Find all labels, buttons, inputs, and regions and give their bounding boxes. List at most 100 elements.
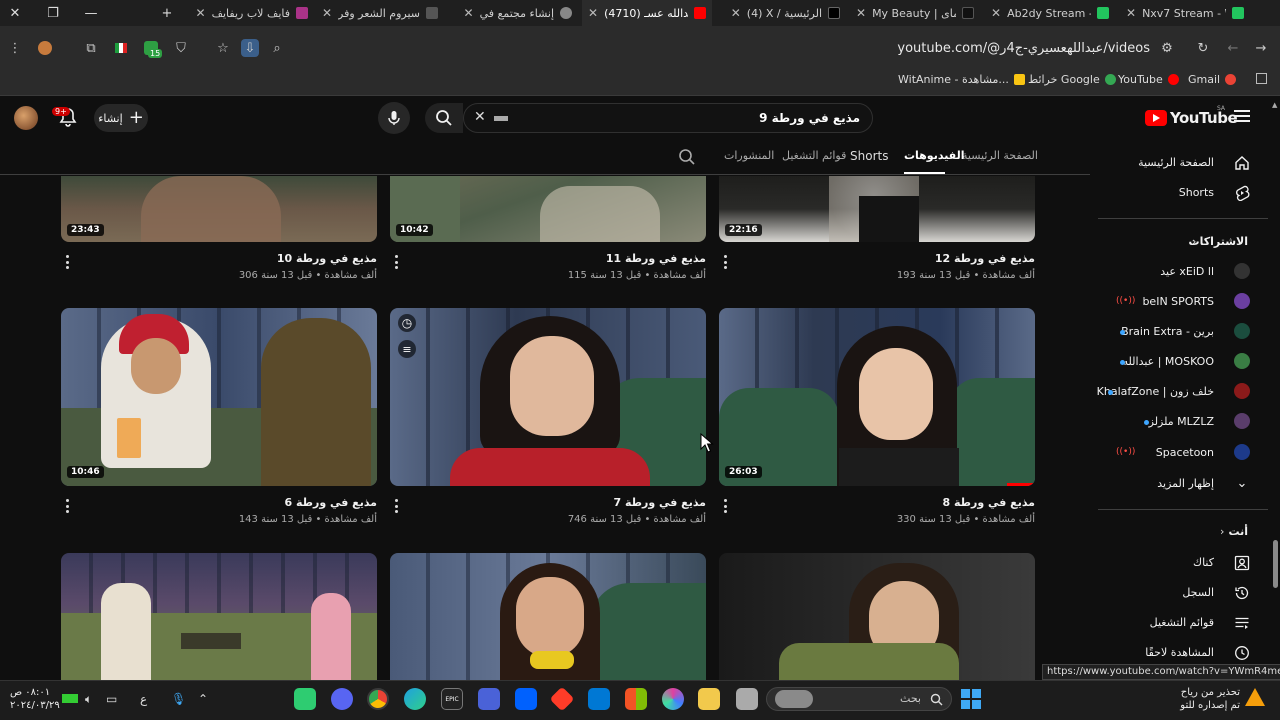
store-icon[interactable]: [625, 688, 647, 710]
avatar[interactable]: [14, 106, 38, 130]
account-icon[interactable]: [1233, 554, 1251, 572]
watch-later-icon[interactable]: [1233, 644, 1251, 662]
windows-start-icon[interactable]: [961, 689, 981, 709]
video-title[interactable]: مذيع في ورطة 11: [606, 252, 706, 265]
video-menu-icon[interactable]: [724, 255, 728, 269]
bookmark-youtube[interactable]: YouTube: [1118, 73, 1179, 86]
tab-close-icon[interactable]: ✕: [856, 6, 866, 20]
tab-close-icon[interactable]: ✕: [991, 6, 1001, 20]
sidebar-subscription[interactable]: Spacetoon: [1156, 446, 1214, 459]
chrome-icon[interactable]: [367, 688, 389, 710]
chevron-right-icon[interactable]: ›: [1192, 235, 1196, 248]
browser-tab-active[interactable]: (4710) عبدالله عسـ ✕: [582, 0, 712, 26]
history-icon[interactable]: [1233, 584, 1251, 602]
video-thumbnail[interactable]: [719, 553, 1035, 680]
sidebar-item-history[interactable]: السجل: [1182, 586, 1214, 599]
dropbox-icon[interactable]: [515, 688, 537, 710]
youtube-logo[interactable]: YouTube SA: [1145, 105, 1238, 127]
video-title[interactable]: مذيع في ورطة 12: [935, 252, 1035, 265]
video-title[interactable]: مذيع في ورطة 7: [614, 496, 707, 509]
volume-icon[interactable]: 🔈︎: [85, 692, 92, 707]
new-tab-button[interactable]: +: [152, 0, 182, 26]
video-menu-icon[interactable]: [395, 499, 399, 513]
tab-shorts[interactable]: Shorts: [850, 149, 888, 163]
create-button[interactable]: إنشاء +: [94, 104, 148, 132]
sidebar-item-shorts[interactable]: Shorts: [1179, 186, 1214, 199]
bookmark-witanime[interactable]: WitAnime - مشاهدة...: [898, 73, 1025, 86]
clear-search-icon[interactable]: ✕: [474, 109, 486, 125]
sidebar-subscription[interactable]: ملزلز MLZLZ: [1149, 415, 1214, 428]
video-thumbnail[interactable]: 10:42: [390, 176, 706, 242]
close-window-icon[interactable]: ✕: [0, 0, 30, 26]
video-thumbnail[interactable]: 22:16: [719, 176, 1035, 242]
show-hidden-icons-chevron-icon[interactable]: ⌃: [198, 692, 208, 706]
taskbar-app-icon[interactable]: [294, 688, 316, 710]
microphone-tray-icon[interactable]: 🎙︎: [171, 692, 186, 706]
search-button[interactable]: [425, 103, 463, 133]
address-bar-url[interactable]: youtube.com/@عبداللهعسيري-ج4ر/videos: [897, 41, 1150, 56]
copilot-icon[interactable]: [662, 688, 684, 710]
subscriptions-header[interactable]: الاشتراكات: [1189, 235, 1248, 248]
zoom-search-icon[interactable]: ⌕: [268, 39, 286, 57]
menu-dots-icon[interactable]: ⋮: [6, 39, 24, 57]
tab-playlists[interactable]: قوائم التشغيل: [782, 149, 846, 162]
video-title[interactable]: مذيع في ورطة 10: [277, 252, 377, 265]
browser-tab[interactable]: Ab2dy Stream - ✕: [985, 0, 1115, 26]
chevron-right-icon[interactable]: ›: [1220, 525, 1224, 538]
hamburger-menu-icon[interactable]: [1234, 110, 1250, 122]
show-more-button[interactable]: إظهار المزيد: [1157, 477, 1214, 490]
weather-widget[interactable]: تحذير من رياح تم إصداره للتو: [1180, 686, 1240, 712]
video-thumbnail[interactable]: 26:03: [719, 308, 1035, 486]
video-menu-icon[interactable]: [66, 255, 70, 269]
site-settings-icon[interactable]: ⚙: [1158, 39, 1176, 57]
sidebar-item-watch-later[interactable]: المشاهدة لاحقًا: [1145, 646, 1214, 659]
input-language[interactable]: ع: [140, 692, 147, 706]
browser-tab[interactable]: My Beauty | مای ✕: [850, 0, 980, 26]
extensions-icon[interactable]: ⧉: [82, 39, 100, 57]
file-explorer-icon[interactable]: [698, 688, 720, 710]
forward-icon[interactable]: ←: [1224, 39, 1242, 57]
edge-icon[interactable]: [404, 688, 426, 710]
page-scrollbar-track[interactable]: [1271, 101, 1280, 691]
network-icon[interactable]: ▭: [106, 692, 117, 706]
video-thumbnail[interactable]: 23:43: [61, 176, 377, 242]
browser-tab[interactable]: إنشاء مجتمع في ✕: [448, 0, 578, 26]
browser-tab[interactable]: فايف لاب ريفايف ✕: [184, 0, 314, 26]
reload-icon[interactable]: ↻: [1194, 39, 1212, 57]
browser-tab[interactable]: Nxv7 Stream - W ✕: [1120, 0, 1250, 26]
shield-icon[interactable]: ⛉: [172, 39, 190, 57]
video-thumbnail[interactable]: [390, 553, 706, 680]
sidebar-subscription[interactable]: KhalafZone | خلف زون: [1097, 385, 1214, 398]
sidebar-subscription[interactable]: beIN SPORTS: [1142, 295, 1214, 308]
tab-posts[interactable]: المنشورات: [724, 149, 774, 162]
sidebar-subscription[interactable]: عبدالله | MOSKOO: [1123, 355, 1214, 368]
battery-icon[interactable]: [62, 692, 78, 706]
search-input[interactable]: ✕ مذيع في ورطة 9: [463, 103, 873, 133]
task-view-icon[interactable]: [736, 688, 758, 710]
teams-icon[interactable]: [478, 688, 500, 710]
video-thumbnail[interactable]: ◷ ≡: [390, 308, 706, 486]
page-scrollbar-thumb[interactable]: [1273, 540, 1278, 588]
browser-tab[interactable]: (4) X / الرئيسية ✕: [716, 0, 846, 26]
you-section-header[interactable]: أنت: [1228, 525, 1248, 538]
video-menu-icon[interactable]: [66, 499, 70, 513]
profile-icon[interactable]: [36, 39, 54, 57]
video-menu-icon[interactable]: [724, 499, 728, 513]
watch-later-icon[interactable]: ◷: [398, 314, 416, 332]
keyboard-icon[interactable]: [494, 116, 508, 121]
video-thumbnail[interactable]: [61, 553, 377, 680]
tab-close-icon[interactable]: ✕: [464, 6, 474, 20]
bookmark-maps[interactable]: خرائط Google: [1028, 73, 1116, 86]
video-menu-icon[interactable]: [395, 255, 399, 269]
outlook-icon[interactable]: [588, 688, 610, 710]
tab-close-icon[interactable]: ✕: [731, 6, 741, 20]
sidebar-subscription[interactable]: عيد xEiD ll: [1160, 265, 1214, 278]
tab-close-icon[interactable]: ✕: [588, 6, 598, 20]
warning-icon[interactable]: [1245, 688, 1265, 706]
browser-tab[interactable]: سيروم الشعر وفر ✕: [314, 0, 444, 26]
tab-close-icon[interactable]: ✕: [196, 6, 206, 20]
system-clock[interactable]: ٠٨:٠١ ص ٢٠٢٤/٠٣/٢٩: [10, 686, 60, 712]
home-icon[interactable]: [1233, 154, 1251, 172]
chevron-down-icon[interactable]: ⌄: [1233, 474, 1251, 492]
tab-close-icon[interactable]: ✕: [322, 6, 332, 20]
